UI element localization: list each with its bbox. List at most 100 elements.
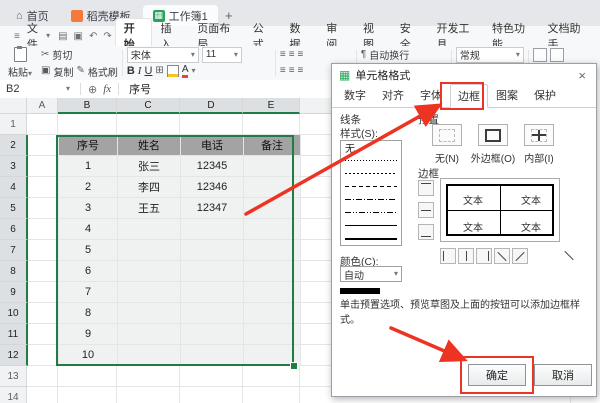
align-top-icon[interactable]: ≡ [280,50,286,60]
row-header-9[interactable]: 9 [0,282,28,303]
cell-D4[interactable]: 12346 [181,177,244,198]
row-header-4[interactable]: 4 [0,177,28,198]
border-diagonal-down-button[interactable] [494,248,510,264]
cell-D7[interactable] [181,240,244,261]
row-header-5[interactable]: 5 [0,198,28,219]
cell-D11[interactable] [181,324,244,345]
cell-D8[interactable] [181,261,244,282]
cell-A14[interactable] [27,387,58,403]
font-name-combo[interactable]: 宋体▾ [127,47,199,63]
line-style-option[interactable] [341,219,401,232]
column-header-B[interactable]: B [58,98,117,114]
cancel-button[interactable]: 取消 [534,364,592,386]
underline-button[interactable]: U [144,65,152,77]
border-inner-horizontal-button[interactable] [418,202,434,218]
cell-A7[interactable] [28,240,59,261]
align-middle-icon[interactable]: ≡ [289,50,295,60]
row-header-12[interactable]: 12 [0,345,28,366]
cell-B10[interactable]: 8 [59,303,118,324]
cell-C7[interactable] [118,240,181,261]
cell-E5[interactable] [244,198,301,219]
cell-B9[interactable]: 7 [59,282,118,303]
cell-D12[interactable] [181,345,244,366]
dialog-tab-number[interactable]: 数字 [336,83,374,107]
redo-icon[interactable]: ↷ [100,31,114,42]
column-header-E[interactable]: E [243,98,300,114]
cell-D2[interactable]: 电话 [181,135,244,156]
cell-C13[interactable] [117,366,180,387]
line-style-option[interactable] [341,180,401,193]
copy-button[interactable]: 复制 [53,64,73,79]
align-center-icon[interactable]: ≡ [289,66,295,76]
row-header-8[interactable]: 8 [0,261,28,282]
insert-function-icon[interactable]: ⊕ [85,83,100,96]
cell-E8[interactable] [244,261,301,282]
row-header-1[interactable]: 1 [0,114,27,135]
row-header-6[interactable]: 6 [0,219,28,240]
cell-E6[interactable] [244,219,301,240]
cell-D3[interactable]: 12345 [181,156,244,177]
cell-A1[interactable] [27,114,58,135]
select-all-corner[interactable] [0,98,27,114]
close-icon[interactable]: × [575,68,589,83]
row-header-2[interactable]: 2 [0,135,28,156]
font-size-combo[interactable]: 11▾ [202,47,242,63]
row-header-14[interactable]: 14 [0,387,27,403]
fill-handle[interactable] [290,362,298,370]
cut-button[interactable]: 剪切 [52,47,72,62]
print-icon[interactable]: ▣ [71,31,86,42]
format-painter-button[interactable]: 格式刷 [88,64,118,79]
cell-B8[interactable]: 6 [59,261,118,282]
preset-outline-button[interactable] [478,124,508,146]
cell-D10[interactable] [181,303,244,324]
cell-B5[interactable]: 3 [59,198,118,219]
cell-C11[interactable] [118,324,181,345]
cell-C14[interactable] [117,387,180,403]
cell-D6[interactable] [181,219,244,240]
cell-D9[interactable] [181,282,244,303]
wrap-text-button[interactable]: 自动换行 [369,47,409,62]
cell-B4[interactable]: 2 [59,177,118,198]
cell-C12[interactable] [118,345,181,366]
cell-B12[interactable]: 10 [59,345,118,366]
save-icon[interactable]: ▤ [55,31,70,42]
cell-E7[interactable] [244,240,301,261]
cell-D5[interactable]: 12347 [181,198,244,219]
cell-C9[interactable] [118,282,181,303]
cell-B11[interactable]: 9 [59,324,118,345]
cell-A6[interactable] [28,219,59,240]
column-header-C[interactable]: C [117,98,180,114]
line-style-option-none[interactable]: 无 [341,141,401,154]
font-color-icon[interactable]: A [182,65,189,78]
cell-E4[interactable] [244,177,301,198]
border-inner-vertical-button[interactable] [458,248,474,264]
cell-C8[interactable] [118,261,181,282]
cell-D14[interactable] [180,387,243,403]
border-diagonal-up-button[interactable] [512,248,528,264]
line-style-option[interactable] [341,232,401,245]
italic-button[interactable]: I [138,65,142,77]
table-style-icon[interactable] [550,48,564,62]
column-header-D[interactable]: D [180,98,243,114]
row-header-11[interactable]: 11 [0,324,28,345]
dialog-tab-alignment[interactable]: 对齐 [374,83,412,107]
borders-icon[interactable]: ⊞ [155,66,163,76]
cell-E9[interactable] [244,282,301,303]
color-dropdown[interactable]: 自动 ▾ [340,266,402,282]
row-header-7[interactable]: 7 [0,240,28,261]
undo-icon[interactable]: ↶ [86,31,100,42]
cell-A12[interactable] [28,345,59,366]
cell-D1[interactable] [180,114,243,135]
cell-B2[interactable]: 序号 [59,135,118,156]
align-right-icon[interactable]: ≡ [298,66,304,76]
border-right-button[interactable] [476,248,492,264]
name-box[interactable]: B2 ▾ [0,83,76,95]
cell-A8[interactable] [28,261,59,282]
row-header-13[interactable]: 13 [0,366,27,387]
number-format-combo[interactable]: 常规▾ [456,47,524,63]
cell-A9[interactable] [28,282,59,303]
preset-inside-button[interactable] [524,124,554,146]
cell-C2[interactable]: 姓名 [118,135,181,156]
row-header-10[interactable]: 10 [0,303,28,324]
fx-icon[interactable]: fx [100,83,114,95]
